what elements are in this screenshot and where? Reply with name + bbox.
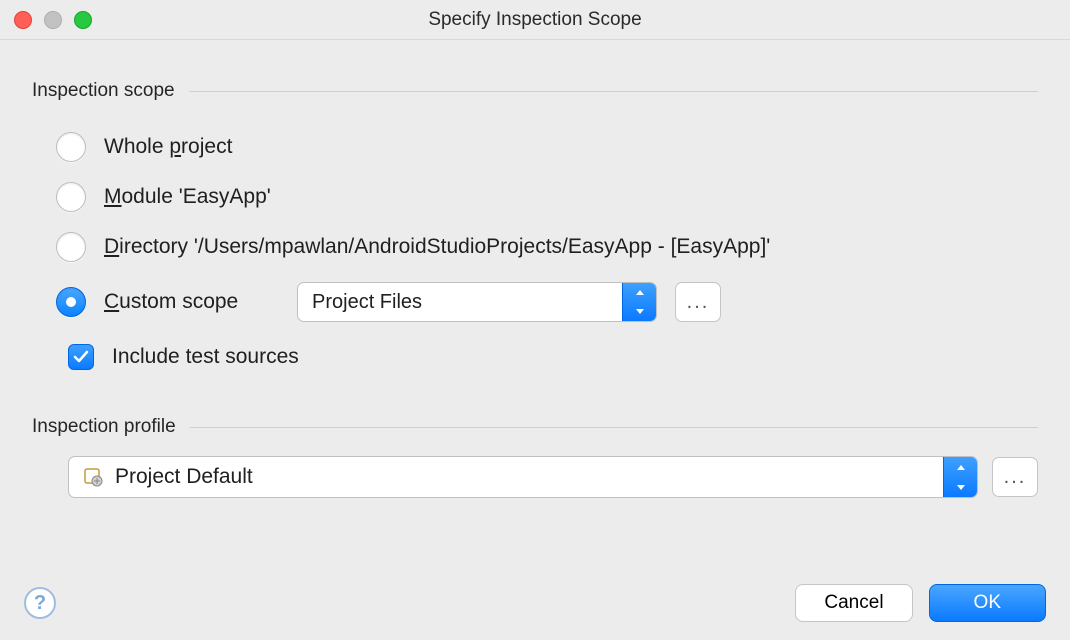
select-chevrons-icon xyxy=(943,457,977,497)
dialog-footer: ? Cancel OK xyxy=(0,566,1070,640)
radio-icon xyxy=(56,132,86,162)
custom-scope-select[interactable]: Project Files xyxy=(297,282,657,322)
radio-icon xyxy=(56,182,86,212)
checkbox-icon xyxy=(68,344,94,370)
window-minimize-button xyxy=(44,11,62,29)
checkbox-label: Include test sources xyxy=(112,345,299,369)
select-chevrons-icon xyxy=(622,283,656,321)
divider xyxy=(190,427,1038,428)
profile-tools-icon xyxy=(79,463,107,491)
inspection-scope-header: Inspection scope xyxy=(32,80,1038,102)
inspection-profile-section: Inspection profile Project Default . xyxy=(32,400,1038,498)
profile-row: Project Default ... xyxy=(32,456,1038,498)
window-maximize-button[interactable] xyxy=(74,11,92,29)
window-title: Specify Inspection Scope xyxy=(0,9,1070,31)
radio-label: Whole project xyxy=(104,135,232,159)
radio-label: Directory '/Users/mpawlan/AndroidStudioP… xyxy=(104,235,770,259)
profile-value: Project Default xyxy=(115,465,943,489)
custom-scope-browse-button[interactable]: ... xyxy=(675,282,721,322)
title-bar: Specify Inspection Scope xyxy=(0,0,1070,40)
dialog-content: Inspection scope Whole project Module 'E… xyxy=(0,40,1070,566)
profile-browse-button[interactable]: ... xyxy=(992,457,1038,497)
radio-icon xyxy=(56,232,86,262)
radio-label: Custom scope xyxy=(104,290,279,314)
profile-select[interactable]: Project Default xyxy=(68,456,978,498)
radio-custom-scope[interactable]: Custom scope Project Files ... xyxy=(56,282,1038,322)
radio-whole-project[interactable]: Whole project xyxy=(56,132,1038,162)
ok-button[interactable]: OK xyxy=(929,584,1046,622)
help-button[interactable]: ? xyxy=(24,587,56,619)
divider xyxy=(189,91,1038,92)
radio-label: Module 'EasyApp' xyxy=(104,185,271,209)
window-close-button[interactable] xyxy=(14,11,32,29)
radio-directory[interactable]: Directory '/Users/mpawlan/AndroidStudioP… xyxy=(56,232,1038,262)
radio-module[interactable]: Module 'EasyApp' xyxy=(56,182,1038,212)
inspection-scope-label: Inspection scope xyxy=(32,80,175,102)
radio-icon xyxy=(56,287,86,317)
inspection-profile-label: Inspection profile xyxy=(32,416,176,438)
scope-radio-group: Whole project Module 'EasyApp' Directory… xyxy=(32,132,1038,322)
custom-scope-value: Project Files xyxy=(298,291,622,314)
window-controls xyxy=(14,11,92,29)
inspection-profile-header: Inspection profile xyxy=(32,416,1038,438)
include-tests-checkbox[interactable]: Include test sources xyxy=(32,344,1038,370)
cancel-button[interactable]: Cancel xyxy=(795,584,912,622)
